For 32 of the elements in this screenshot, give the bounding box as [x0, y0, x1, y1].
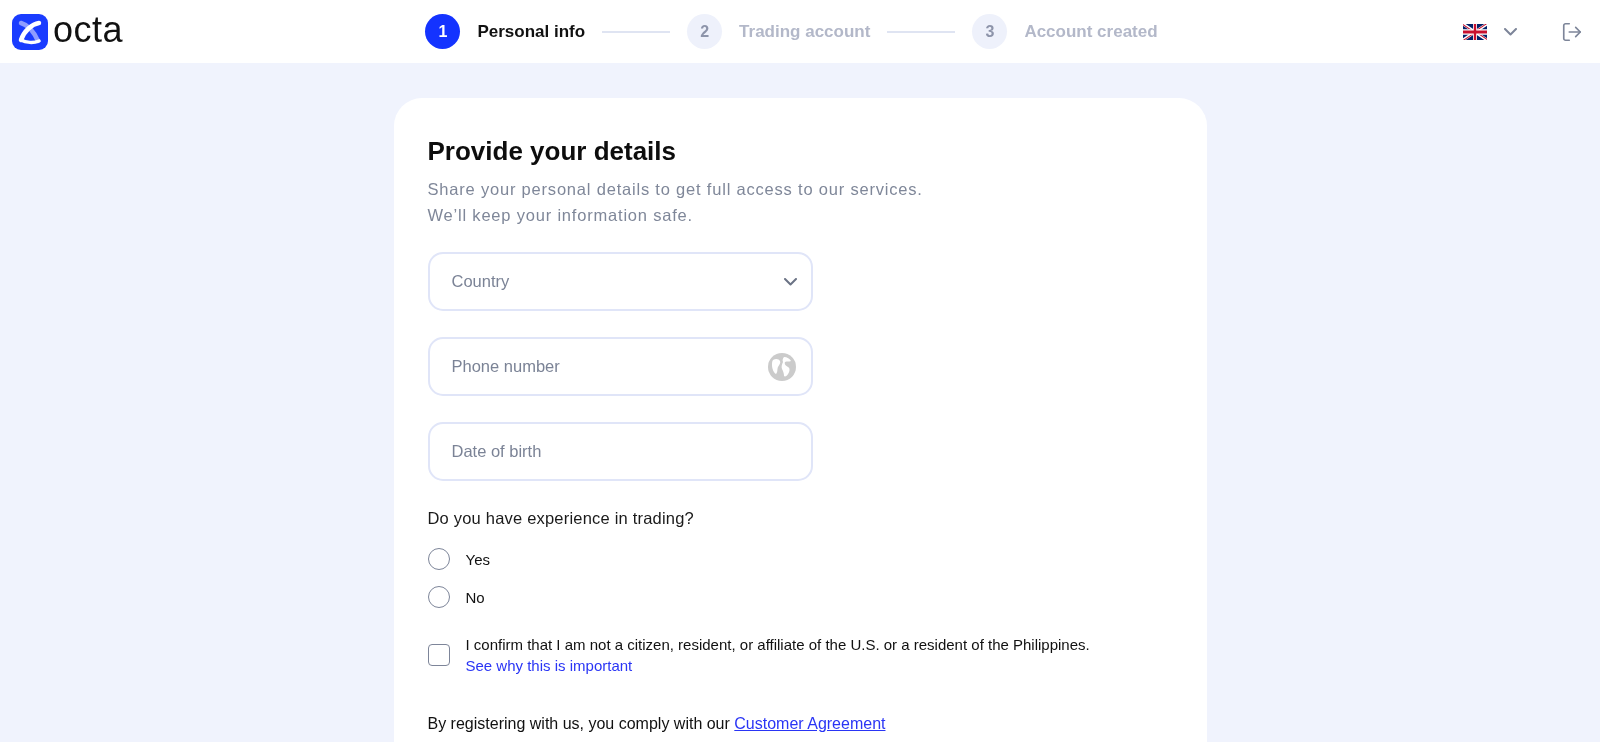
- step-connector: [887, 30, 956, 33]
- language-selector[interactable]: [1463, 23, 1517, 40]
- step-label: Trading account: [739, 21, 871, 42]
- agreement-text: By registering with us, you comply with our Customer Agreement: [427, 714, 887, 734]
- phone-field[interactable]: Phone number: [427, 337, 813, 396]
- option-label: No: [465, 588, 485, 606]
- chevron-down-icon: [783, 277, 797, 286]
- uk-flag-icon: [1463, 23, 1487, 40]
- see-why-link[interactable]: See why this is important: [465, 657, 633, 674]
- form-subtitle: Share your personal details to get full access to our services. We’ll keep your information safe.: [427, 179, 924, 226]
- logo-icon: [12, 13, 48, 50]
- form-title: Provide your details: [427, 135, 678, 167]
- step-label: Account created: [1024, 21, 1158, 42]
- chevron-down-icon: [1504, 27, 1517, 36]
- logout-button[interactable]: [1561, 20, 1583, 43]
- step-number: 2: [687, 14, 723, 49]
- logout-icon: [1561, 20, 1583, 43]
- globe-icon: [767, 352, 796, 381]
- logo-text: octa: [53, 12, 124, 51]
- customer-agreement-link[interactable]: Customer Agreement: [734, 715, 886, 732]
- date-field[interactable]: Date of birth: [427, 422, 813, 481]
- step-number: 1: [425, 14, 461, 49]
- radio-button[interactable]: [427, 548, 450, 570]
- step-number: 3: [972, 14, 1008, 49]
- confirmation-text: I confirm that I am not a citizen, resident, or affiliate of the U.S. or a resident of the Philippines. See why this is important: [465, 635, 1091, 676]
- select-field[interactable]: Country: [427, 252, 813, 311]
- radio-button[interactable]: [427, 586, 450, 608]
- option-label: Yes: [465, 550, 490, 568]
- question-text: Do you have experience in trading?: [427, 508, 695, 529]
- step-connector: [602, 30, 671, 33]
- step-label: Personal info: [477, 21, 586, 42]
- checkbox[interactable]: [427, 644, 450, 666]
